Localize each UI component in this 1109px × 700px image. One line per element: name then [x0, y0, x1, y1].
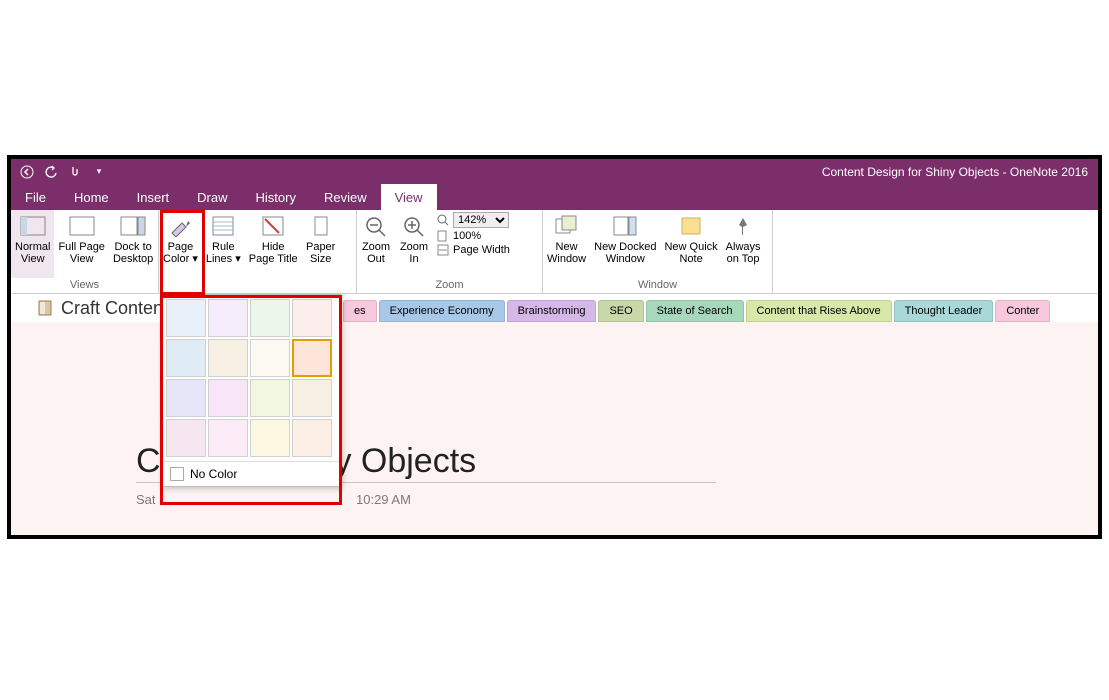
color-swatch[interactable] [166, 339, 206, 377]
color-swatch[interactable] [166, 299, 206, 337]
window-group-label: Window [543, 279, 772, 293]
section-tab[interactable]: Content that Rises Above [746, 300, 892, 322]
notebook-icon [37, 299, 55, 317]
rule-lines-icon [208, 213, 238, 239]
ribbon: Normal View Full Page View Dock to Deskt… [11, 210, 1098, 294]
menu-review[interactable]: Review [310, 184, 381, 210]
full-page-view-button[interactable]: Full Page View [54, 210, 108, 278]
zoom-100-button[interactable]: 100% [437, 230, 510, 242]
new-window-icon [552, 213, 582, 239]
zoom-out-button[interactable]: Zoom Out [357, 210, 395, 278]
paper-size-icon [306, 213, 336, 239]
new-docked-window-icon [610, 213, 640, 239]
color-swatch[interactable] [208, 299, 248, 337]
always-on-top-button[interactable]: Always on Top [722, 210, 765, 278]
paper-size-button[interactable]: Paper Size [302, 210, 340, 278]
page-color-icon [165, 213, 195, 239]
touch-mode-icon[interactable] [67, 164, 83, 180]
menu-file[interactable]: File [11, 184, 60, 210]
color-swatch[interactable] [250, 299, 290, 337]
color-swatch[interactable] [250, 419, 290, 457]
page-100-icon [437, 230, 449, 242]
zoom-in-button[interactable]: Zoom In [395, 210, 433, 278]
color-swatch[interactable] [292, 299, 332, 337]
section-tab[interactable]: Conter [995, 300, 1050, 322]
color-swatch[interactable] [208, 379, 248, 417]
color-swatch[interactable] [292, 339, 332, 377]
color-swatch[interactable] [208, 419, 248, 457]
zoom-out-icon [361, 213, 391, 239]
menu-home[interactable]: Home [60, 184, 123, 210]
magnifier-icon [437, 214, 449, 226]
section-tabs: esExperience EconomyBrainstormingSEOStat… [343, 294, 1098, 322]
zoom-page-width-button[interactable]: Page Width [437, 244, 510, 256]
normal-view-button[interactable]: Normal View [11, 210, 54, 278]
page-time: 10:29 AM [356, 492, 411, 507]
new-window-button[interactable]: New Window [543, 210, 590, 278]
title-bar: ▾ Content Design for Shiny Objects - One… [11, 159, 1098, 184]
color-swatch[interactable] [166, 419, 206, 457]
menu-bar: File Home Insert Draw History Review Vie… [11, 184, 1098, 210]
back-icon[interactable] [19, 164, 35, 180]
section-tab[interactable]: State of Search [646, 300, 744, 322]
menu-draw[interactable]: Draw [183, 184, 241, 210]
quick-note-icon [676, 213, 706, 239]
qat-customize-icon[interactable]: ▾ [91, 164, 107, 180]
menu-insert[interactable]: Insert [123, 184, 184, 210]
zoom-percent-select[interactable]: 142% [453, 212, 509, 228]
section-tab[interactable]: SEO [598, 300, 643, 322]
new-quick-note-button[interactable]: New Quick Note [660, 210, 721, 278]
notebook-name[interactable]: Craft Content [11, 298, 168, 319]
full-page-view-icon [67, 213, 97, 239]
no-color-swatch-icon [170, 467, 184, 481]
new-docked-window-button[interactable]: New Docked Window [590, 210, 660, 278]
color-swatch[interactable] [208, 339, 248, 377]
section-tab[interactable]: Experience Economy [379, 300, 505, 322]
views-group-label: Views [11, 279, 158, 293]
menu-history[interactable]: History [242, 184, 310, 210]
page-color-dropdown: No Color [161, 294, 341, 487]
page-color-button[interactable]: Page Color ▾ [159, 210, 202, 278]
color-swatch[interactable] [250, 339, 290, 377]
pin-icon [728, 213, 758, 239]
section-tab[interactable]: es [343, 300, 377, 322]
section-tab[interactable]: Brainstorming [507, 300, 597, 322]
no-color-option[interactable]: No Color [162, 461, 340, 486]
color-swatch[interactable] [166, 379, 206, 417]
normal-view-icon [18, 213, 48, 239]
menu-view[interactable]: View [381, 184, 437, 210]
page-date: Sat [136, 492, 156, 507]
color-swatch[interactable] [292, 379, 332, 417]
dock-to-desktop-icon [118, 213, 148, 239]
rule-lines-button[interactable]: Rule Lines ▾ [202, 210, 245, 278]
window-title: Content Design for Shiny Objects - OneNo… [822, 165, 1088, 179]
zoom-percent-row[interactable]: 142% [437, 212, 510, 228]
dock-to-desktop-button[interactable]: Dock to Desktop [109, 210, 157, 278]
hide-page-title-icon [258, 213, 288, 239]
zoom-in-icon [399, 213, 429, 239]
page-width-icon [437, 244, 449, 256]
zoom-group-label: Zoom [357, 279, 542, 293]
color-swatch[interactable] [250, 379, 290, 417]
section-tab[interactable]: Thought Leader [894, 300, 994, 322]
undo-icon[interactable] [43, 164, 59, 180]
hide-page-title-button[interactable]: Hide Page Title [245, 210, 302, 278]
color-swatch[interactable] [292, 419, 332, 457]
